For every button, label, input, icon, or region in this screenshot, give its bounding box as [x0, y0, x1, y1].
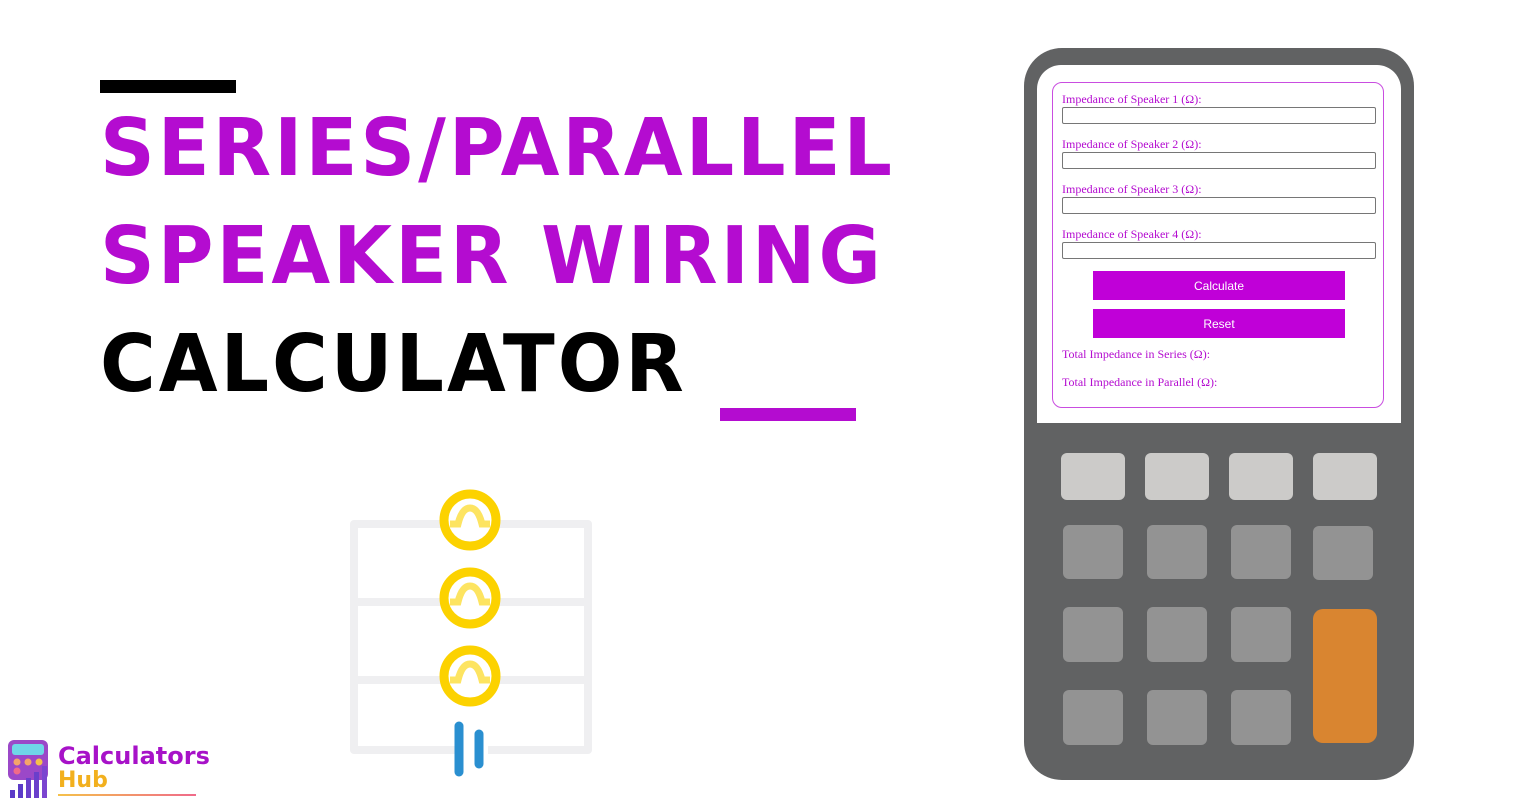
speaker-icon: [439, 645, 501, 707]
calculator-key: [1147, 607, 1207, 662]
calculator-device: Impedance of Speaker 1 (Ω): Impedance of…: [1024, 48, 1414, 780]
speaker-icon: [439, 567, 501, 629]
calculator-key: [1313, 526, 1373, 580]
speaker-4-label: Impedance of Speaker 4 (Ω):: [1062, 227, 1202, 241]
calculator-equals-key: [1313, 609, 1377, 743]
logo-text-hub: Hub: [58, 768, 108, 793]
headline-line-2: Speaker Wiring: [100, 208, 884, 303]
calculate-button[interactable]: Calculate: [1093, 271, 1345, 300]
parallel-result-label: Total Impedance in Parallel (Ω):: [1062, 375, 1218, 389]
calculator-key: [1063, 607, 1123, 662]
calculator-key: [1313, 453, 1377, 500]
speaker-2-input[interactable]: [1062, 152, 1376, 169]
parallel-result: Total Impedance in Parallel (Ω):: [1062, 375, 1217, 390]
speaker-4-input[interactable]: [1062, 242, 1376, 259]
calculator-key: [1231, 607, 1291, 662]
calculator-screen: Impedance of Speaker 1 (Ω): Impedance of…: [1037, 65, 1401, 423]
headline-line-3: Calculator: [100, 316, 687, 411]
speaker-1-input[interactable]: [1062, 107, 1376, 124]
speaker-3-input[interactable]: [1062, 197, 1376, 214]
speaker-2-label: Impedance of Speaker 2 (Ω):: [1062, 137, 1202, 151]
series-result: Total Impedance in Series (Ω):: [1062, 347, 1210, 362]
logo-calculator-icon: [8, 740, 48, 798]
calculator-key: [1061, 453, 1125, 500]
top-accent-bar: [100, 80, 236, 93]
speaker-circuit-icon: [350, 489, 592, 777]
calculator-key: [1145, 453, 1209, 500]
logo-text-calculators: Calculators: [58, 742, 210, 770]
speaker-icon: [439, 489, 501, 551]
headline-line-1: Series/Parallel: [100, 100, 895, 195]
calculator-key: [1063, 690, 1123, 745]
reset-button[interactable]: Reset: [1093, 309, 1345, 338]
speaker-3-label: Impedance of Speaker 3 (Ω):: [1062, 182, 1202, 196]
logo-underline: [58, 794, 196, 796]
calculator-key: [1229, 453, 1293, 500]
calculator-key: [1231, 690, 1291, 745]
speaker-1-label: Impedance of Speaker 1 (Ω):: [1062, 92, 1202, 106]
impedance-form: Impedance of Speaker 1 (Ω): Impedance of…: [1052, 82, 1384, 408]
calculator-key: [1063, 525, 1123, 579]
calculator-key: [1231, 525, 1291, 579]
series-result-label: Total Impedance in Series (Ω):: [1062, 347, 1211, 361]
circuit-frame: [350, 520, 592, 754]
underscore-accent-bar: [720, 408, 856, 421]
calculator-key: [1147, 690, 1207, 745]
calculator-key: [1147, 525, 1207, 579]
calculators-hub-logo[interactable]: Calculators Hub: [6, 738, 210, 800]
